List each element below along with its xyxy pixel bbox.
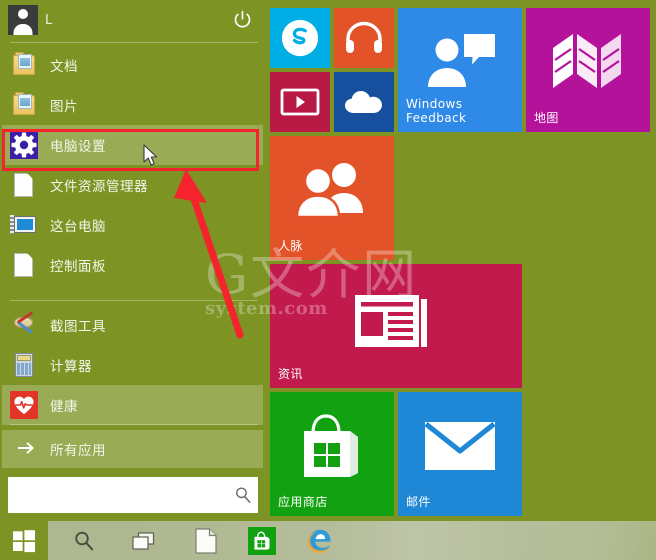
tile-grid: Windows Feedback 地图 人脉 资讯 应用商店 邮件 — [265, 0, 656, 521]
power-icon[interactable] — [232, 9, 253, 30]
sidebar-item-health[interactable]: 健康 — [2, 385, 263, 425]
folder-picture-icon — [10, 91, 38, 119]
sidebar-item-label: 截图工具 — [50, 319, 106, 335]
tile-mail[interactable]: 邮件 — [398, 392, 522, 516]
snipping-tool-icon — [10, 311, 38, 339]
search-icon — [75, 531, 94, 550]
sidebar-item-documents[interactable]: 文档 — [2, 45, 263, 85]
tile-skype[interactable] — [270, 8, 330, 68]
tile-maps[interactable]: 地图 — [526, 8, 650, 132]
tile-video[interactable] — [270, 72, 330, 132]
sidebar-item-label: 控制面板 — [50, 259, 106, 275]
sidebar-item-label: 图片 — [50, 99, 78, 115]
user-avatar-icon[interactable] — [8, 5, 38, 35]
taskbar-search-button[interactable] — [60, 521, 108, 560]
video-play-icon — [270, 72, 330, 132]
taskbar-edge-button[interactable] — [296, 521, 344, 560]
folder-icon — [10, 51, 38, 79]
taskbar-store-button[interactable] — [238, 521, 286, 560]
headphones-icon — [334, 8, 394, 68]
tile-label: 人脉 — [278, 239, 303, 254]
skype-icon — [270, 8, 330, 68]
start-menu-item-list: 文档 图片 电脑设置 文件资源管理器 这台电脑 控制面板 — [0, 45, 265, 285]
menu-divider-middle — [10, 300, 258, 301]
control-panel-icon — [10, 251, 38, 279]
this-pc-icon — [10, 211, 38, 239]
gear-icon — [10, 131, 38, 159]
sidebar-item-label: 健康 — [50, 399, 78, 415]
tile-news[interactable]: 资讯 — [270, 264, 522, 388]
menu-divider-bottom — [10, 424, 258, 425]
tile-store[interactable]: 应用商店 — [270, 392, 394, 516]
sidebar-item-label: 电脑设置 — [50, 139, 106, 155]
news-icon — [270, 264, 522, 388]
file-explorer-icon — [10, 171, 38, 199]
tile-onedrive[interactable] — [334, 72, 394, 132]
health-heart-icon — [10, 391, 38, 419]
screen: L 文档 图片 电脑设置 文件资源管理器 这台电脑 控制面板 截图工具 计算器 … — [0, 0, 656, 560]
start-menu: L 文档 图片 电脑设置 文件资源管理器 这台电脑 控制面板 截图工具 计算器 … — [0, 0, 656, 521]
user-account-row[interactable]: L — [0, 0, 265, 40]
sidebar-item-pc-settings[interactable]: 电脑设置 — [2, 125, 263, 165]
sidebar-item-control-panel[interactable]: 控制面板 — [2, 245, 263, 285]
user-name-label: L — [45, 12, 53, 28]
document-icon — [195, 527, 217, 554]
calculator-icon — [10, 351, 38, 379]
search-input[interactable] — [8, 477, 228, 513]
start-menu-item-list-2: 截图工具 计算器 健康 — [0, 305, 265, 425]
windows-logo-icon — [13, 529, 35, 552]
tile-label: Windows Feedback — [406, 97, 467, 126]
sidebar-item-snipping-tool[interactable]: 截图工具 — [2, 305, 263, 345]
tile-people[interactable]: 人脉 — [270, 136, 394, 260]
sidebar-item-calculator[interactable]: 计算器 — [2, 345, 263, 385]
all-apps-button[interactable]: 所有应用 — [2, 430, 263, 468]
cloud-icon — [334, 72, 394, 132]
tile-label: 邮件 — [406, 495, 431, 510]
tile-label: 地图 — [534, 111, 559, 126]
tile-label: 应用商店 — [278, 495, 328, 510]
ie-browser-icon — [307, 529, 331, 553]
task-view-icon — [132, 531, 155, 550]
store-bag-icon — [248, 526, 276, 555]
tile-label: 资讯 — [278, 367, 303, 382]
sidebar-item-label: 这台电脑 — [50, 219, 106, 235]
sidebar-item-file-explorer[interactable]: 文件资源管理器 — [2, 165, 263, 205]
start-menu-left-column: L 文档 图片 电脑设置 文件资源管理器 这台电脑 控制面板 截图工具 计算器 … — [0, 0, 265, 521]
start-button[interactable] — [0, 521, 48, 560]
taskbar — [0, 521, 656, 560]
sidebar-item-pictures[interactable]: 图片 — [2, 85, 263, 125]
tile-music[interactable] — [334, 8, 394, 68]
tile-windows-feedback[interactable]: Windows Feedback — [398, 8, 522, 132]
search-icon[interactable] — [228, 486, 258, 504]
all-apps-label: 所有应用 — [50, 443, 106, 459]
taskbar-file-explorer-button[interactable] — [182, 521, 230, 560]
taskbar-task-view-button[interactable] — [120, 521, 168, 560]
arrow-right-icon — [14, 440, 40, 458]
search-box[interactable] — [8, 477, 258, 513]
menu-divider-top — [10, 42, 258, 43]
sidebar-item-this-pc[interactable]: 这台电脑 — [2, 205, 263, 245]
sidebar-item-label: 文件资源管理器 — [50, 179, 148, 195]
sidebar-item-label: 计算器 — [50, 359, 92, 375]
sidebar-item-label: 文档 — [50, 59, 78, 75]
